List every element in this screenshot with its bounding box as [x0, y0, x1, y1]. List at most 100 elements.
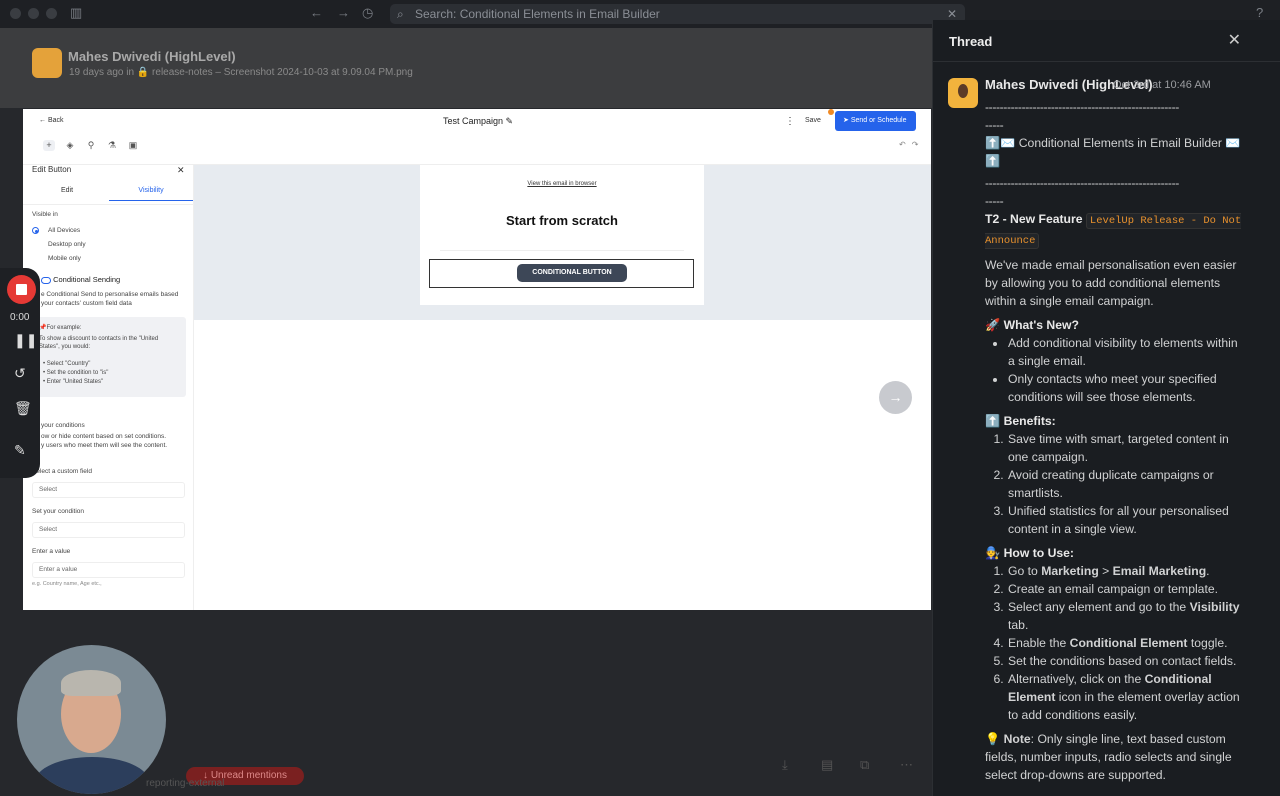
download-icon[interactable]: ⤓: [782, 757, 788, 773]
arrows-emoji-icon: ⬆️✉️: [985, 136, 1016, 150]
builder-tools: + ◈ ⚲ ⚗ ▣: [43, 140, 139, 151]
value-input[interactable]: Enter a value: [32, 562, 185, 578]
email-preview: View this email in browser Start from sc…: [420, 165, 704, 305]
poster-meta: 19 days ago in 🔒 release-notes – Screens…: [69, 67, 413, 78]
pause-icon[interactable]: ❚❚: [14, 332, 37, 349]
more-options-icon[interactable]: ⋯: [900, 757, 913, 773]
divider-line-2-tail: -----: [985, 194, 1004, 208]
back-label: Back: [47, 117, 64, 124]
thread-header: Thread ✕: [933, 20, 1280, 62]
tab-visibility[interactable]: Visibility: [109, 187, 193, 201]
close-thread-icon[interactable]: ✕: [1228, 30, 1241, 50]
flask-icon[interactable]: ⚗: [106, 140, 118, 151]
conditions-title: your conditions: [41, 422, 85, 429]
whats-new-list: Add conditional visibility to elements w…: [1007, 334, 1245, 406]
back-button[interactable]: ← Back: [39, 117, 64, 124]
pencil-icon[interactable]: ✎: [506, 116, 514, 126]
benefits-heading: ⬆️ Benefits:: [985, 414, 1056, 428]
poster-name[interactable]: Mahes Dwivedi (HighLevel): [68, 49, 236, 64]
benefits-list: Save time with smart, targeted content i…: [1007, 430, 1245, 538]
notification-dot: [828, 109, 834, 115]
more-icon[interactable]: ⋮: [785, 116, 795, 127]
intro-text: We've made email personalisation even ea…: [985, 258, 1237, 308]
value-label: Enter a value: [32, 548, 71, 555]
list-item: Save time with smart, targeted content i…: [1007, 430, 1245, 466]
view-in-browser-link[interactable]: View this email in browser: [420, 181, 704, 187]
example-bullet-1: • Select "Country": [43, 361, 91, 367]
visible-in-label: Visible in: [32, 211, 58, 218]
next-image-icon[interactable]: →: [879, 381, 912, 414]
tab-edit[interactable]: Edit: [61, 187, 73, 194]
desktop-only-label[interactable]: Desktop only: [48, 241, 86, 248]
selected-button-block[interactable]: CONDITIONAL BUTTON: [429, 259, 694, 288]
campaign-title-text: Test Campaign: [443, 116, 504, 126]
conditional-button[interactable]: CONDITIONAL BUTTON: [517, 264, 627, 282]
example-line-2: States", you would:: [39, 344, 91, 350]
close-icon[interactable]: ✕: [177, 165, 185, 176]
example-title: 📌For example:: [39, 325, 82, 331]
brush-icon[interactable]: ⚲: [85, 140, 97, 151]
back-arrow-icon[interactable]: ←: [310, 5, 323, 20]
help-icon[interactable]: ?: [1256, 5, 1263, 20]
history-icon[interactable]: ◷: [362, 5, 373, 21]
example-bullet-2: • Set the condition to "is": [43, 370, 109, 376]
forward-arrow-icon[interactable]: →: [337, 5, 350, 20]
window-controls[interactable]: [10, 8, 57, 19]
list-item: Create an email campaign or template.: [1007, 580, 1245, 598]
sidebar-toggle-icon[interactable]: ▥: [70, 5, 82, 21]
search-placeholder: Search: Conditional Elements in Email Bu…: [415, 7, 660, 21]
list-item: Alternatively, click on the Conditional …: [1007, 670, 1245, 724]
conditional-sending-toggle[interactable]: Conditional Sending: [41, 275, 120, 284]
add-icon[interactable]: +: [43, 140, 55, 151]
arrows-up-icon: ⬆️: [985, 414, 1001, 428]
author-avatar[interactable]: [948, 78, 978, 108]
undo-redo-icon[interactable]: ↶↷: [899, 140, 924, 149]
rocket-icon: 🚀: [985, 318, 1001, 332]
condition-label: Set your condition: [32, 508, 85, 515]
note: 💡 Note: Only single line, text based cus…: [985, 732, 1232, 782]
message-time[interactable]: Oct 3rd at 10:46 AM: [1113, 79, 1211, 91]
send-button[interactable]: ➤ Send or Schedule: [835, 111, 916, 131]
save-icon[interactable]: ▣: [127, 140, 139, 151]
custom-field-select[interactable]: Select: [32, 482, 185, 498]
layers-icon[interactable]: ◈: [64, 140, 76, 151]
trash-icon[interactable]: 🗑: [14, 400, 32, 417]
radio-all-devices[interactable]: [32, 227, 39, 234]
split-view-icon[interactable]: ▤: [821, 757, 833, 773]
webcam-shirt: [35, 757, 149, 794]
channel-item[interactable]: reporting-external: [146, 778, 224, 789]
cs-desc-2: your contacts' custom field data: [41, 300, 132, 307]
pencil-icon[interactable]: ✎: [14, 442, 26, 459]
feature-line: T2 - New Feature LevelUp Release - Do No…: [985, 210, 1245, 250]
email-heading[interactable]: Start from scratch: [420, 213, 704, 228]
example-bullet-3: • Enter "United States": [43, 379, 104, 385]
copy-icon[interactable]: ⧉: [860, 757, 869, 773]
list-item: Add conditional visibility to elements w…: [1007, 334, 1245, 370]
whats-new-heading: 🚀 What's New?: [985, 318, 1079, 332]
email-canvas: View this email in browser Start from sc…: [194, 165, 931, 320]
mechanic-icon: 🧑‍🔧: [985, 546, 1001, 560]
list-item: Set the conditions based on contact fiel…: [1007, 652, 1245, 670]
example-box: 📌For example: To show a discount to cont…: [37, 317, 186, 397]
divider-line-tail: -----: [985, 118, 1004, 132]
custom-field-label: Select a custom field: [32, 468, 92, 475]
divider-line: ----------------------------------------…: [985, 100, 1179, 114]
cs-desc-1: e Conditional Send to personalise emails…: [41, 291, 179, 298]
webcam-bubble[interactable]: [17, 645, 166, 794]
stop-recording-button[interactable]: [7, 275, 36, 304]
condition-select[interactable]: Select: [32, 522, 185, 538]
list-item: Avoid creating duplicate campaigns or sm…: [1007, 466, 1245, 502]
all-devices-label: All Devices: [48, 227, 81, 234]
lightbulb-icon: 💡: [985, 732, 1001, 746]
list-item: Unified statistics for all your personal…: [1007, 502, 1245, 538]
mobile-only-label[interactable]: Mobile only: [48, 255, 81, 262]
avatar[interactable]: [32, 48, 62, 78]
save-button[interactable]: Save: [805, 112, 827, 130]
search-input[interactable]: ⌕ Search: Conditional Elements in Email …: [390, 4, 965, 24]
list-item: Only contacts who meet your specified co…: [1007, 370, 1245, 406]
value-hint: e.g. Country name, Age etc.,: [32, 581, 102, 587]
restart-icon[interactable]: ↺: [14, 365, 26, 382]
howto-heading: 🧑‍🔧 How to Use:: [985, 546, 1074, 560]
search-icon: ⌕: [397, 7, 404, 21]
panel-tabs: Edit Visibility: [23, 187, 194, 205]
